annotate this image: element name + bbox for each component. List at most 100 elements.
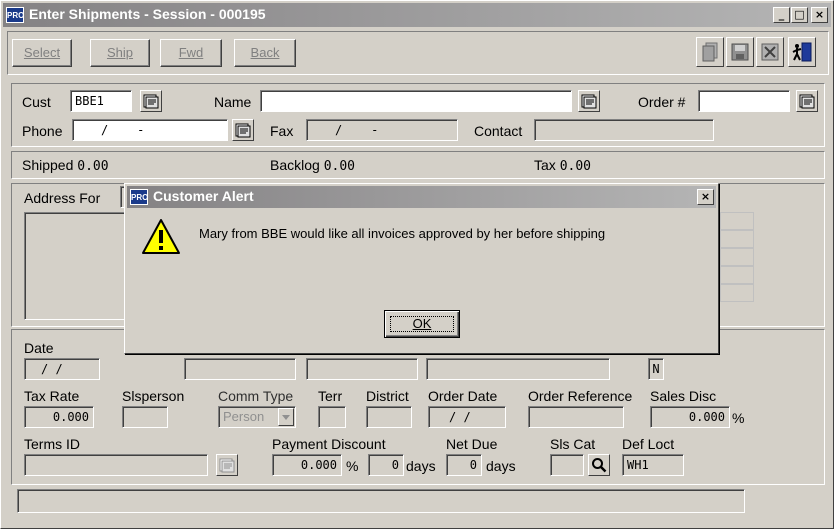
order-number-label: Order # [638,94,686,110]
name-input[interactable] [260,90,572,112]
shipped-label-text: Shipped [22,157,74,173]
tax-rate-input[interactable]: 0.000 [24,406,94,428]
name-label: Name [214,94,252,110]
def-loct-input[interactable]: WH1 [622,454,684,476]
fwd-button[interactable]: Fwd [160,39,222,67]
save-button[interactable] [726,37,754,67]
delete-icon [761,43,779,61]
fwd-button-label: Fwd [178,45,204,60]
comm-type-label: Comm Type [218,388,294,404]
alert-message: Mary from BBE would like all invoices ap… [199,226,606,241]
grid-cell [720,212,754,230]
name-lookup-button[interactable] [578,90,600,112]
contact-input[interactable] [534,119,714,141]
terr-input[interactable] [318,406,346,428]
window-title: Enter Shipments - Session - 000195 [29,6,266,22]
sls-cat-input[interactable] [550,454,584,476]
ship-button-label: Ship [106,45,134,60]
save-icon [731,43,749,61]
shipped-label: Shipped 0.00 [22,157,109,174]
select-button[interactable]: Select [12,39,72,67]
lookup-icon [799,94,815,109]
def-loct-label: Def Loct [622,436,675,452]
date-input[interactable]: / / [24,358,100,380]
ship-button[interactable]: Ship [90,39,150,67]
app-icon: PRO [6,7,24,23]
net-due-days-label: days [486,458,516,474]
delete-button[interactable] [756,37,784,67]
backlog-label: Backlog 0.00 [270,157,355,174]
order-number-input[interactable] [698,90,790,112]
sls-cat-search-button[interactable] [588,454,610,476]
dropdown-button[interactable] [278,408,294,426]
tax-value: 0.00 [559,159,591,174]
address-textbox[interactable] [24,212,134,320]
exit-door-icon [792,42,812,62]
terms-id-label: Terms ID [24,436,80,452]
grid-cell [720,284,754,302]
dialog-title: Customer Alert [153,188,254,204]
fax-input[interactable]: / - [306,119,458,141]
terr-label: Terr [318,388,343,404]
enter-shipments-window: PRO Enter Shipments - Session - 000195 _… [0,0,834,529]
grid-cell [720,266,754,284]
backlog-label-text: Backlog [270,157,320,173]
address-for-label: Address For [24,190,101,206]
payment-days-input[interactable]: 0 [368,454,404,476]
cust-lookup-button[interactable] [140,90,162,112]
payment-discount-input[interactable]: 0.000 [272,454,342,476]
payment-discount-percent: % [346,458,359,474]
sls-cat-label: Sls Cat [550,436,596,452]
close-button[interactable]: × [811,7,828,23]
cust-label: Cust [22,94,51,110]
back-button-label: Back [250,45,280,60]
district-label: District [366,388,409,404]
order-reference-label: Order Reference [528,388,633,404]
payment-discount-label: Payment Discount [272,436,386,452]
order-date-label: Order Date [428,388,498,404]
flag-field[interactable]: N [648,358,664,380]
lookup-icon [581,94,597,109]
comm-type-value: Person [223,409,265,424]
net-due-label: Net Due [446,436,498,452]
back-button[interactable]: Back [234,39,296,67]
window-titlebar: PRO Enter Shipments - Session - 000195 _… [3,3,831,27]
date-label: Date [24,340,54,356]
blank-field-2[interactable] [306,358,418,380]
contact-label: Contact [474,123,523,139]
terms-lookup-button[interactable] [216,454,238,476]
slsperson-input[interactable] [122,406,168,428]
toolbar: Select Ship Fwd Back [7,31,829,75]
dialog-close-button[interactable]: × [697,189,714,205]
lookup-icon [219,458,235,473]
pages-button[interactable] [696,37,724,67]
header-panel: Cust BBE1 Name Order # Phone / - Fax / -… [11,83,825,147]
phone-lookup-button[interactable] [232,119,254,141]
warning-icon [142,219,180,254]
terms-id-input[interactable] [24,454,208,476]
grid-cell [720,230,754,248]
grid-cell [720,248,754,266]
tax-label: Tax 0.00 [534,157,591,174]
ok-button[interactable]: OK [384,310,460,338]
blank-field-3[interactable] [426,358,610,380]
order-reference-input[interactable] [528,406,624,428]
phone-input[interactable]: / - [72,119,228,141]
district-input[interactable] [366,406,412,428]
lookup-icon [143,94,159,109]
shipped-value: 0.00 [77,159,109,174]
sales-disc-input[interactable]: 0.000 [650,406,730,428]
comm-type-select[interactable]: Person [218,406,296,428]
cust-input[interactable]: BBE1 [70,90,132,112]
exit-button[interactable] [788,37,816,67]
lookup-icon [235,123,251,138]
minimize-button[interactable]: _ [773,7,790,23]
slsperson-label: Slsperson [122,388,185,404]
net-due-input[interactable]: 0 [446,454,482,476]
blank-field-1[interactable] [184,358,296,380]
maximize-button[interactable]: □ [791,7,808,23]
chevron-down-icon [282,415,290,420]
tax-rate-label: Tax Rate [24,388,80,404]
order-date-input[interactable]: / / [428,406,506,428]
order-lookup-button[interactable] [796,90,818,112]
